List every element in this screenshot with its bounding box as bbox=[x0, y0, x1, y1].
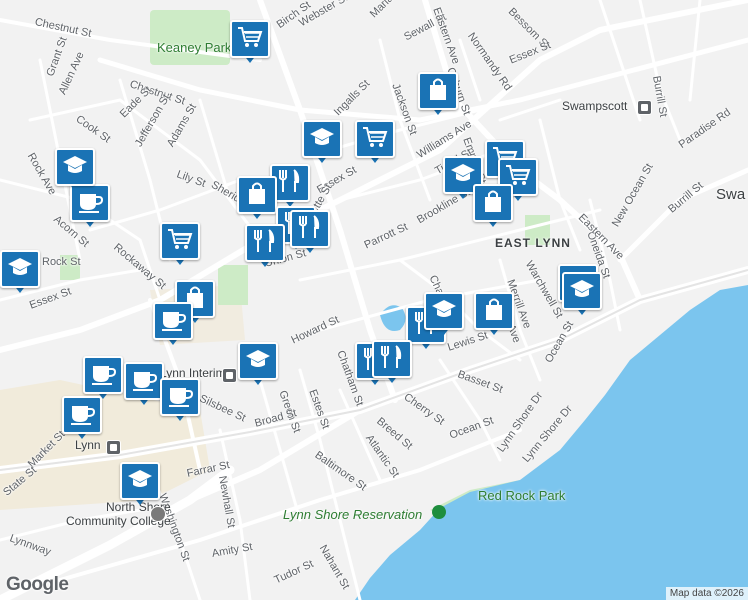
map-pin-school[interactable] bbox=[55, 148, 95, 194]
restaurant-icon bbox=[296, 214, 324, 245]
coffee-cup-icon bbox=[68, 400, 96, 431]
park-label-red-rock: Red Rock Park bbox=[478, 488, 566, 503]
map-pin-shopping-cart[interactable] bbox=[160, 222, 200, 268]
shopping-cart-icon bbox=[361, 124, 389, 155]
school-icon bbox=[244, 346, 272, 377]
pin-body bbox=[160, 378, 200, 416]
pin-body bbox=[245, 224, 285, 262]
school-icon bbox=[126, 466, 154, 497]
coffee-cup-icon bbox=[89, 360, 117, 391]
coffee-cup-icon bbox=[166, 382, 194, 413]
shopping-bag-icon bbox=[243, 180, 271, 211]
shopping-bag-icon bbox=[424, 76, 452, 107]
map-pin-restaurant[interactable] bbox=[290, 210, 330, 256]
pin-body bbox=[83, 356, 123, 394]
map-pin-coffee-cup[interactable] bbox=[153, 302, 193, 348]
google-logo: Google bbox=[6, 574, 69, 595]
shopping-bag-icon bbox=[480, 296, 508, 327]
school-icon bbox=[568, 276, 596, 307]
school-icon bbox=[6, 254, 34, 285]
map-pin-school[interactable] bbox=[562, 272, 602, 318]
map-pin-coffee-cup[interactable] bbox=[160, 378, 200, 424]
pin-body bbox=[562, 272, 602, 310]
park-label-keaney: Keaney Park bbox=[157, 40, 232, 55]
map-pin-school[interactable] bbox=[120, 462, 160, 508]
train-station-icon bbox=[637, 100, 652, 115]
pin-body bbox=[124, 362, 164, 400]
pin-body bbox=[230, 20, 270, 58]
shopping-bag-icon bbox=[479, 188, 507, 219]
restaurant-icon bbox=[378, 344, 406, 375]
map-pin-restaurant[interactable] bbox=[245, 224, 285, 270]
pin-body bbox=[418, 72, 458, 110]
pin-body bbox=[290, 210, 330, 248]
coffee-cup-icon bbox=[159, 306, 187, 337]
map-pin-shopping-bag[interactable] bbox=[418, 72, 458, 118]
shopping-cart-icon bbox=[236, 24, 264, 55]
pin-body bbox=[160, 222, 200, 260]
pin-body bbox=[473, 184, 513, 222]
pin-body bbox=[238, 342, 278, 380]
pin-body bbox=[372, 340, 412, 378]
school-icon bbox=[308, 124, 336, 155]
map-pin-school[interactable] bbox=[238, 342, 278, 388]
map-pin-school[interactable] bbox=[424, 292, 464, 338]
pin-body bbox=[62, 396, 102, 434]
pin-body bbox=[120, 462, 160, 500]
map-attribution[interactable]: Map data ©2026 bbox=[665, 587, 748, 600]
school-icon bbox=[61, 152, 89, 183]
pin-body bbox=[0, 250, 40, 288]
map-pin-shopping-cart[interactable] bbox=[230, 20, 270, 66]
town-label-swampscott: Swa bbox=[716, 186, 746, 203]
pin-body bbox=[55, 148, 95, 186]
map-pin-coffee-cup[interactable] bbox=[62, 396, 102, 442]
pin-body bbox=[424, 292, 464, 330]
map-pin-shopping-bag[interactable] bbox=[474, 292, 514, 338]
park-label-lynn-shore-reservation: Lynn Shore Reservation bbox=[283, 507, 423, 522]
map-pin-coffee-cup[interactable] bbox=[124, 362, 164, 408]
park-tree-icon bbox=[432, 505, 446, 519]
restaurant-icon bbox=[276, 168, 304, 199]
train-station-icon bbox=[106, 440, 121, 455]
school-icon bbox=[430, 296, 458, 327]
college-icon bbox=[150, 506, 166, 522]
pin-body bbox=[237, 176, 277, 214]
restaurant-icon bbox=[251, 228, 279, 259]
station-label-swampscott: Swampscott bbox=[562, 99, 628, 113]
district-label-east-lynn: EAST LYNN bbox=[495, 236, 571, 250]
map-pin-school[interactable] bbox=[0, 250, 40, 296]
map-pin-shopping-cart[interactable] bbox=[355, 120, 395, 166]
map-canvas[interactable]: Chestnut St Birch St Webster St Marianna… bbox=[0, 0, 748, 600]
shopping-cart-icon bbox=[166, 226, 194, 257]
pin-body bbox=[474, 292, 514, 330]
map-pin-shopping-bag[interactable] bbox=[473, 184, 513, 230]
pin-body bbox=[302, 120, 342, 158]
train-station-icon bbox=[222, 368, 237, 383]
pin-body bbox=[153, 302, 193, 340]
pin-body bbox=[355, 120, 395, 158]
map-pin-school[interactable] bbox=[302, 120, 342, 166]
map-pin-restaurant[interactable] bbox=[372, 340, 412, 386]
map-pin-shopping-bag[interactable] bbox=[237, 176, 277, 222]
street-label: Rock St bbox=[42, 256, 81, 268]
coffee-cup-icon bbox=[130, 366, 158, 397]
